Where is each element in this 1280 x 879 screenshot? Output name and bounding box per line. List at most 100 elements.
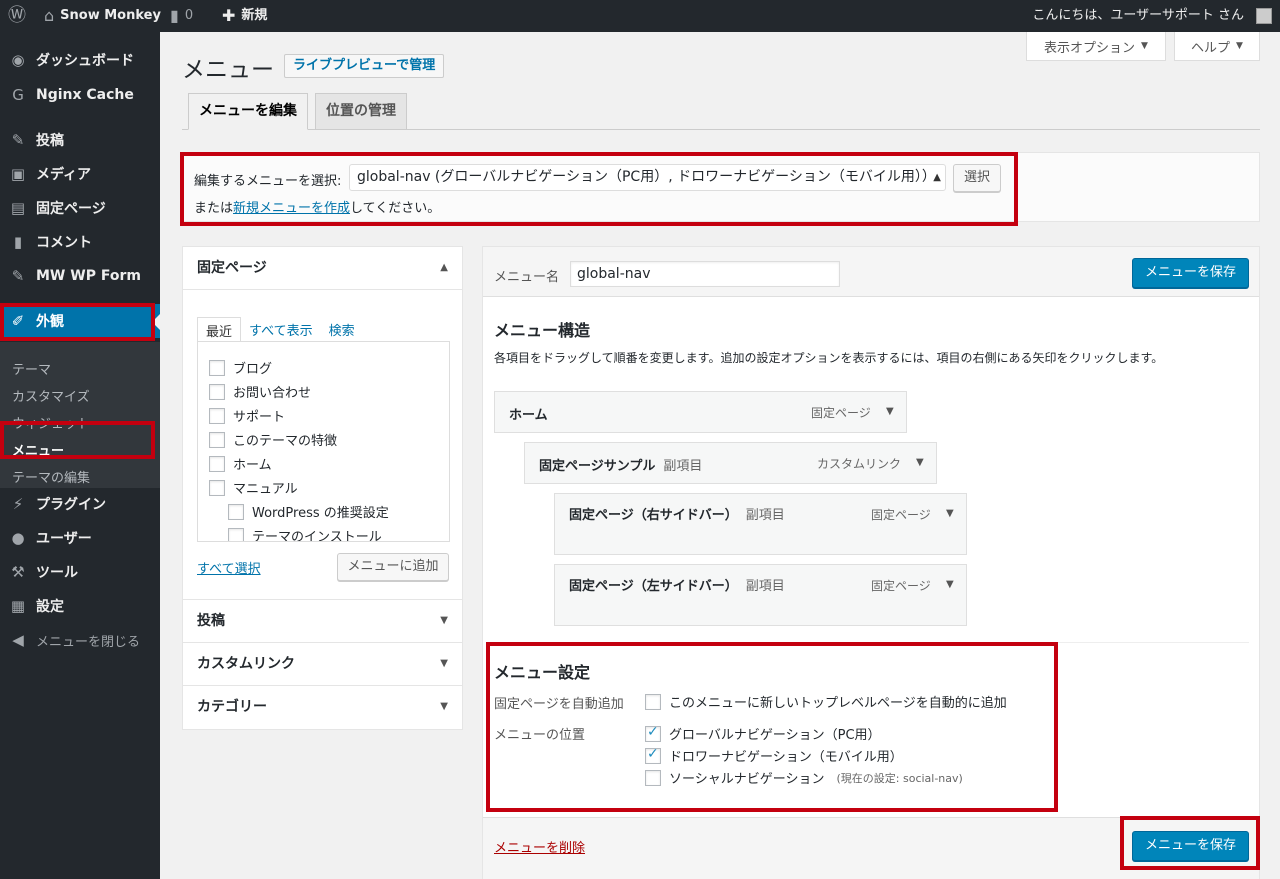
caret-down-icon[interactable]: ▼ xyxy=(946,508,954,519)
page-checkbox-item[interactable]: テーマのインストール xyxy=(228,526,382,541)
page-checkbox-item[interactable]: ホーム xyxy=(209,454,272,473)
menu-settings-title: メニュー設定 xyxy=(494,663,591,682)
tab-search[interactable]: 検索 xyxy=(321,317,363,344)
sidebar-item-tools[interactable]: ⚒ ツール xyxy=(0,555,160,589)
checkbox[interactable] xyxy=(209,359,225,376)
comments-link[interactable]: ▮ 0 xyxy=(170,0,193,32)
menu-footer: メニューを削除 メニューを保存 xyxy=(483,817,1259,879)
select-button[interactable]: 選択 xyxy=(953,164,1001,192)
menu-item[interactable]: 固定ページ（右サイドバー） 副項目 固定ページ ▼ xyxy=(554,493,967,555)
location-option-global[interactable]: グローバルナビゲーション（PC用） xyxy=(645,724,881,743)
sidebar-item-mw-wp-form[interactable]: ✎ MW WP Form xyxy=(0,259,160,293)
location-option-drawer[interactable]: ドロワーナビゲーション（モバイル用） xyxy=(645,746,903,765)
account-menu[interactable]: こんにちは、ユーザーサポート さん xyxy=(1032,0,1272,32)
home-icon: ⌂ xyxy=(44,6,55,25)
comment-icon: ▮ xyxy=(13,233,23,251)
tab-view-all[interactable]: すべて表示 xyxy=(241,317,321,344)
page-icon: ▤ xyxy=(10,199,26,217)
wordpress-logo-icon[interactable]: Ⓦ xyxy=(8,0,26,32)
checkbox-checked[interactable] xyxy=(645,746,661,764)
submenu-item-customize[interactable]: カスタマイズ xyxy=(12,386,90,405)
checkbox[interactable] xyxy=(209,455,225,472)
sidebar-item-users[interactable]: ● ユーザー xyxy=(0,521,160,555)
wrench-icon: ⚒ xyxy=(11,563,25,581)
add-to-menu-button[interactable]: メニューに追加 xyxy=(337,553,449,581)
checkbox[interactable] xyxy=(228,527,244,541)
categories-section-header[interactable]: カテゴリー ▼ xyxy=(183,686,462,729)
select-menu-box: 編集するメニューを選択: global-nav (グローバルナビゲーション（PC… xyxy=(182,152,1260,222)
checkbox[interactable] xyxy=(645,693,661,710)
posts-section-header[interactable]: 投稿 ▼ xyxy=(183,600,462,643)
page-checkbox-item[interactable]: WordPress の推奨設定 xyxy=(228,502,389,521)
caret-down-icon[interactable]: ▼ xyxy=(946,579,954,590)
pages-checklist: ブログ お問い合わせ サポート このテーマの特徴 ホーム マニュアル WordP… xyxy=(197,341,450,542)
checkbox[interactable] xyxy=(209,479,225,496)
select-all-link[interactable]: すべて選択 xyxy=(197,558,261,577)
plugin-icon: ⚡ xyxy=(12,495,24,513)
checkbox[interactable] xyxy=(228,503,244,520)
custom-links-section-header[interactable]: カスタムリンク ▼ xyxy=(183,643,462,686)
appearance-submenu: テーマ カスタマイズ ウィジェット メニュー テーマの編集 xyxy=(0,342,160,488)
save-menu-button-bottom[interactable]: メニューを保存 xyxy=(1132,831,1249,861)
live-preview-button[interactable]: ライブプレビューで管理 xyxy=(284,54,445,78)
checkbox[interactable] xyxy=(645,769,661,786)
pages-section-header[interactable]: 固定ページ ▲ xyxy=(183,247,462,290)
delete-menu-link[interactable]: メニューを削除 xyxy=(494,837,585,856)
caret-down-icon[interactable]: ▼ xyxy=(886,406,894,417)
pages-section: 固定ページ ▲ 最近 すべて表示 検索 ブログ お問い合わせ サポート このテーマ… xyxy=(183,247,462,600)
caret-down-icon: ▼ xyxy=(1236,41,1243,51)
sidebar-item-dashboard[interactable]: ◉ ダッシュボード xyxy=(0,43,160,77)
brush-icon: ✐ xyxy=(11,312,25,330)
select-arrows-icon: ▲ xyxy=(933,172,941,183)
save-menu-button[interactable]: メニューを保存 xyxy=(1132,258,1249,288)
checkbox[interactable] xyxy=(209,383,225,400)
site-name-link[interactable]: ⌂ Snow Monkey xyxy=(44,0,161,32)
sidebar-item-plugins[interactable]: ⚡ プラグイン xyxy=(0,487,160,521)
tab-recent[interactable]: 最近 xyxy=(197,317,242,344)
media-icon: ▣ xyxy=(10,165,26,183)
caret-down-icon: ▼ xyxy=(440,658,448,669)
sidebar-item-appearance[interactable]: ✐ 外観 xyxy=(0,304,160,338)
menu-header: メニュー名 global-nav メニューを保存 xyxy=(483,247,1259,297)
submenu-item-widgets[interactable]: ウィジェット xyxy=(12,413,90,432)
submenu-item-menus[interactable]: メニュー xyxy=(12,440,64,459)
sidebar-item-posts[interactable]: ✎ 投稿 xyxy=(0,123,160,157)
tab-manage-locations[interactable]: 位置の管理 xyxy=(315,93,407,129)
user-icon: ● xyxy=(11,529,25,547)
menu-select-dropdown[interactable]: global-nav (グローバルナビゲーション（PC用）, ドロワーナビゲーシ… xyxy=(349,164,946,191)
menu-item[interactable]: 固定ページ（左サイドバー） 副項目 固定ページ ▼ xyxy=(554,564,967,626)
sidebar-item-comments[interactable]: ▮ コメント xyxy=(0,225,160,259)
submenu-item-themes[interactable]: テーマ xyxy=(12,359,51,378)
page-checkbox-item[interactable]: ブログ xyxy=(209,358,272,377)
menu-name-input[interactable]: global-nav xyxy=(570,261,840,287)
auto-add-option[interactable]: このメニューに新しいトップレベルページを自動的に追加 xyxy=(645,692,1007,711)
submenu-item-theme-editor[interactable]: テーマの編集 xyxy=(12,467,90,486)
page-checkbox-item[interactable]: マニュアル xyxy=(209,478,298,497)
avatar xyxy=(1256,8,1272,24)
location-option-social[interactable]: ソーシャルナビゲーション (現在の設定: social-nav) xyxy=(645,768,963,787)
caret-down-icon[interactable]: ▼ xyxy=(916,457,924,468)
checkbox[interactable] xyxy=(209,431,225,448)
page-checkbox-item[interactable]: お問い合わせ xyxy=(209,382,311,401)
menu-item[interactable]: 固定ページサンプル 副項目 カスタムリンク ▼ xyxy=(524,442,937,484)
checkbox-checked[interactable] xyxy=(645,724,661,742)
new-content-link[interactable]: ✚ 新規 xyxy=(222,0,267,32)
page-checkbox-item[interactable]: このテーマの特徴 xyxy=(209,430,337,449)
create-new-menu-link[interactable]: 新規メニューを作成 xyxy=(233,201,350,216)
sidebar-item-media[interactable]: ▣ メディア xyxy=(0,157,160,191)
checkbox[interactable] xyxy=(209,407,225,424)
settings-icon: ▦ xyxy=(10,597,26,615)
sidebar-item-settings[interactable]: ▦ 設定 xyxy=(0,589,160,623)
collapse-menu-button[interactable]: ◀ メニューを閉じる xyxy=(0,623,160,657)
page-checkbox-item[interactable]: サポート xyxy=(209,406,285,425)
nginx-icon: G xyxy=(12,86,24,104)
screen-options-button[interactable]: 表示オプション ▼ xyxy=(1026,32,1166,61)
menu-item[interactable]: ホーム 固定ページ ▼ xyxy=(494,391,907,433)
pages-tabs: 最近 すべて表示 検索 xyxy=(197,317,363,344)
help-button[interactable]: ヘルプ ▼ xyxy=(1174,32,1260,61)
sidebar-item-pages[interactable]: ▤ 固定ページ xyxy=(0,191,160,225)
caret-down-icon: ▼ xyxy=(440,701,448,712)
tab-edit-menus[interactable]: メニューを編集 xyxy=(188,93,308,130)
sidebar-item-nginx-cache[interactable]: G Nginx Cache xyxy=(0,78,160,112)
menu-editor: メニュー名 global-nav メニューを保存 メニュー構造 各項目をドラッグ… xyxy=(482,246,1260,879)
